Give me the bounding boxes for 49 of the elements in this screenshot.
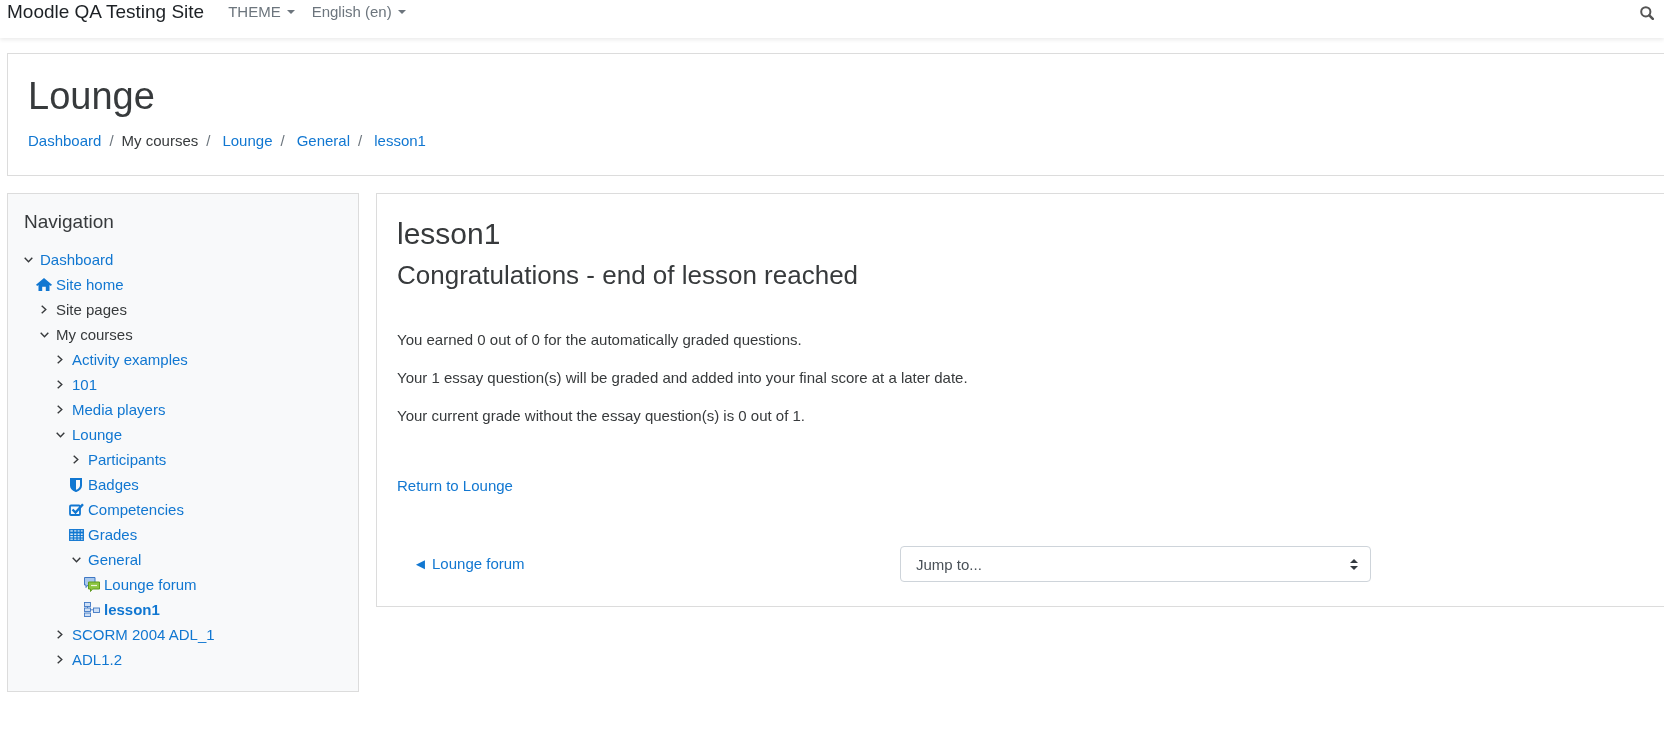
breadcrumb-separator: /	[279, 131, 286, 151]
tree-item[interactable]: General	[88, 549, 142, 570]
tree-item[interactable]: SCORM 2004 ADL_1	[72, 624, 215, 645]
tree-item[interactable]: Site pages	[56, 299, 127, 320]
result-text: You earned 0 out of 0 for the automatically graded questions.	[397, 330, 802, 350]
result-text: Your current grade without the essay question(s) is 0 out of 1.	[397, 406, 805, 426]
tree-item[interactable]: Competencies	[88, 499, 184, 520]
tree-item[interactable]: ADL1.2	[72, 649, 123, 670]
breadcrumb-link[interactable]: Dashboard	[28, 130, 102, 152]
breadcrumb-separator: /	[357, 131, 364, 151]
result-text: Your 1 essay question(s) will be graded and added into your final score at a later date.	[397, 368, 968, 388]
shield-icon	[70, 477, 82, 492]
tree-item[interactable]: lesson1	[104, 599, 160, 620]
tree-item[interactable]: Activity examples	[72, 349, 188, 370]
breadcrumb-separator: /	[205, 131, 212, 151]
previous-activity-link[interactable]: ◄ Lounge forum	[413, 553, 525, 575]
tree-item[interactable]: My courses	[56, 324, 133, 345]
breadcrumb-text: My courses	[121, 131, 199, 151]
return-link[interactable]: Return to Lounge	[397, 475, 513, 497]
tree-item[interactable]: Lounge forum	[104, 574, 197, 595]
speech-bubbles-icon	[84, 577, 100, 592]
breadcrumb-link[interactable]: General	[296, 130, 351, 152]
dropdown-menu-button[interactable]: English (en)	[311, 1, 406, 22]
flowchart-icon	[84, 602, 100, 617]
tree-item[interactable]: Dashboard	[40, 249, 114, 270]
page-title: Lounge	[28, 74, 156, 119]
tree-item[interactable]: Lounge	[72, 424, 123, 445]
caret-icon	[286, 10, 295, 14]
breadcrumb-link[interactable]: lesson1	[374, 130, 426, 152]
tree-item[interactable]: Grades	[88, 524, 138, 545]
navigation-title: Navigation	[24, 210, 115, 233]
tree-item[interactable]: 101	[72, 374, 98, 395]
site-name-link[interactable]: Moodle QA Testing Site	[7, 1, 205, 23]
caret-icon	[397, 10, 406, 14]
sort-arrows-icon	[1350, 558, 1358, 570]
jump-to-select[interactable]: Jump to...	[900, 546, 1371, 582]
activity-title: lesson1	[397, 216, 502, 252]
home-icon	[36, 278, 52, 291]
search-icon[interactable]	[1640, 6, 1654, 20]
tree-item[interactable]: Badges	[88, 474, 139, 495]
dropdown-menu-button[interactable]: THEME	[228, 1, 295, 22]
lesson-heading: Congratulations - end of lesson reached	[397, 260, 860, 291]
breadcrumb-link[interactable]: Lounge	[222, 130, 273, 152]
breadcrumb-separator: /	[108, 131, 115, 151]
tree-item[interactable]: Media players	[72, 399, 166, 420]
tree-item[interactable]: Site home	[56, 274, 124, 295]
table-icon	[68, 528, 84, 541]
tree-item[interactable]: Participants	[88, 449, 167, 470]
checkbox-icon	[68, 503, 84, 516]
